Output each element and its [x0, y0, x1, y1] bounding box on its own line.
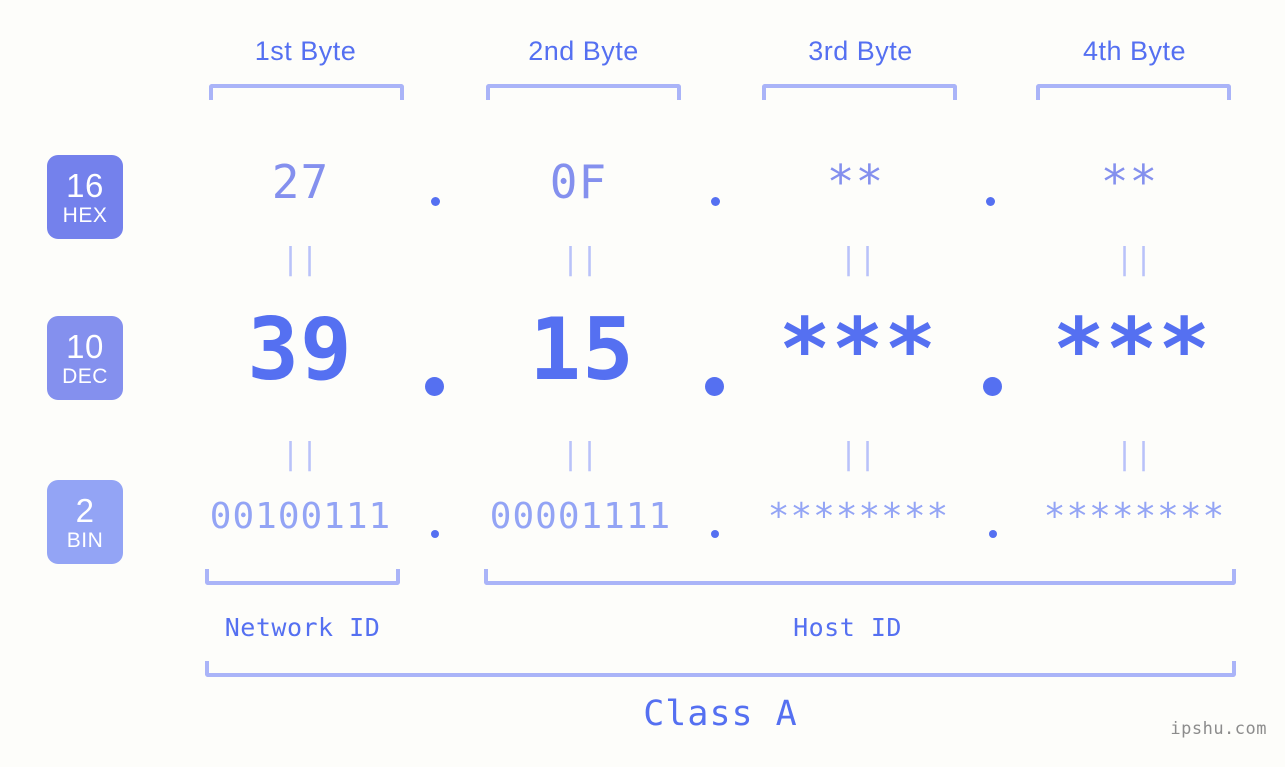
byte-bracket-top-1	[209, 84, 404, 100]
ip-address-breakdown-diagram: 1st Byte 2nd Byte 3rd Byte 4th Byte 16 H…	[0, 0, 1285, 767]
equals-connector-dec-bin-3: ||	[839, 437, 878, 472]
byte-header-4: 4th Byte	[1082, 36, 1187, 66]
byte-header-3: 3rd Byte	[808, 36, 913, 66]
base-badge-dec-number: 10	[66, 327, 104, 365]
byte-bracket-top-3	[762, 84, 957, 100]
hex-separator-1	[431, 197, 440, 206]
base-badge-hex-number: 16	[66, 166, 104, 204]
dec-separator-2	[705, 377, 724, 396]
network-id-label: Network ID	[224, 613, 381, 642]
base-badge-hex-abbr: HEX	[62, 203, 108, 227]
equals-connector-hex-dec-1: ||	[281, 242, 320, 277]
host-id-bracket	[484, 569, 1236, 585]
bin-byte-2: 00001111	[489, 496, 672, 537]
hex-separator-2	[711, 197, 720, 206]
byte-bracket-top-2	[486, 84, 681, 100]
hex-separator-3	[986, 197, 995, 206]
network-id-bracket	[205, 569, 400, 585]
base-badge-dec: 10 DEC	[47, 316, 123, 400]
equals-connector-dec-bin-1: ||	[281, 437, 320, 472]
dec-byte-2: 15	[529, 300, 635, 400]
hex-byte-3: **	[826, 155, 885, 209]
bin-byte-3: ********	[767, 496, 950, 537]
bin-separator-2	[711, 530, 719, 538]
host-id-label: Host ID	[793, 613, 902, 642]
dec-byte-4: ***	[1052, 300, 1212, 400]
equals-connector-hex-dec-2: ||	[561, 242, 600, 277]
bin-byte-4: ********	[1043, 496, 1226, 537]
watermark: ipshu.com	[1170, 719, 1267, 739]
hex-byte-4: **	[1100, 155, 1159, 209]
dec-separator-3	[983, 377, 1002, 396]
byte-header-1: 1st Byte	[254, 36, 357, 66]
dec-byte-3: ***	[778, 300, 938, 400]
equals-connector-hex-dec-4: ||	[1115, 242, 1154, 277]
equals-connector-dec-bin-2: ||	[561, 437, 600, 472]
byte-header-2: 2nd Byte	[528, 36, 639, 66]
class-bracket	[205, 661, 1236, 677]
dec-separator-1	[425, 377, 444, 396]
base-badge-bin-number: 2	[75, 491, 95, 529]
base-badge-dec-abbr: DEC	[62, 364, 108, 388]
hex-byte-1: 27	[271, 155, 330, 209]
dec-byte-1: 39	[247, 300, 353, 400]
bin-separator-1	[431, 530, 439, 538]
base-badge-hex: 16 HEX	[47, 155, 123, 239]
class-label: Class A	[643, 694, 798, 734]
bin-byte-1: 00100111	[209, 496, 392, 537]
bin-separator-3	[989, 530, 997, 538]
equals-connector-dec-bin-4: ||	[1115, 437, 1154, 472]
byte-bracket-top-4	[1036, 84, 1231, 100]
hex-byte-2: 0F	[549, 155, 608, 209]
base-badge-bin-abbr: BIN	[66, 528, 104, 552]
equals-connector-hex-dec-3: ||	[839, 242, 878, 277]
base-badge-bin: 2 BIN	[47, 480, 123, 564]
